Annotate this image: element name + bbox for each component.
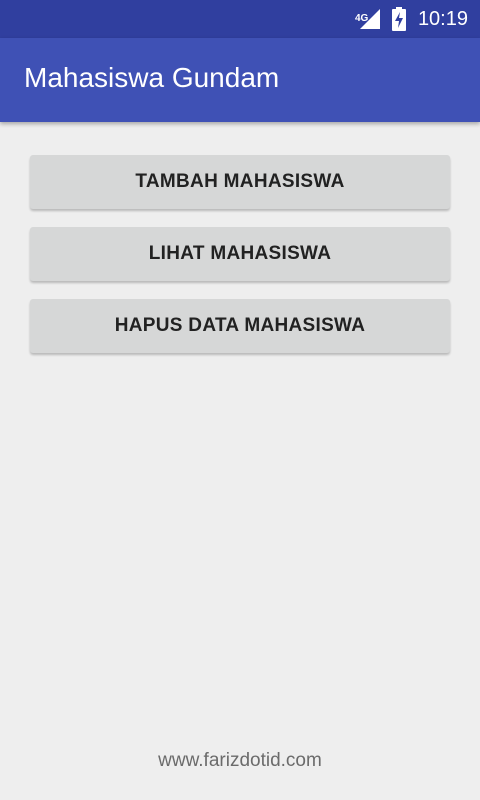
view-students-button[interactable]: LIHAT MAHASISWA: [30, 227, 450, 281]
app-title: Mahasiswa Gundam: [24, 62, 280, 93]
signal-indicator: 4G: [355, 7, 382, 31]
delete-student-data-button[interactable]: HAPUS DATA MAHASISWA: [30, 299, 450, 353]
status-icons: 4G 10:19: [355, 0, 468, 38]
signal-icon: [359, 9, 380, 29]
status-bar: 4G 10:19: [0, 0, 480, 38]
app-bar: Mahasiswa Gundam: [0, 38, 480, 122]
status-time: 10:19: [417, 7, 468, 30]
add-student-button[interactable]: TAMBAH MAHASISWA: [30, 155, 450, 209]
battery-charging-icon: [391, 7, 406, 31]
main-content: TAMBAH MAHASISWA LIHAT MAHASISWA HAPUS D…: [30, 155, 450, 371]
footer-website: www.farizdotid.com: [158, 750, 322, 771]
